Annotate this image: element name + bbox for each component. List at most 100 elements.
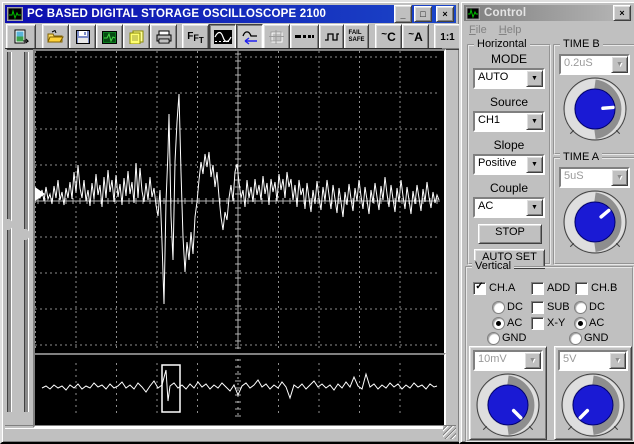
ch-b-range-select: 5V ▼ (558, 350, 628, 371)
slope-select[interactable]: Positive ▼ (473, 154, 545, 175)
square-wave-icon (324, 33, 339, 41)
print-button[interactable] (150, 24, 177, 50)
couple-select[interactable]: AC ▼ (473, 197, 545, 218)
fail-safe-label: FAIL SAFE (348, 30, 365, 43)
calibrate-c-button[interactable]: ~C (375, 24, 402, 50)
menu-help[interactable]: Help (495, 23, 528, 38)
add-checkbox[interactable] (531, 282, 544, 295)
square-wave-button[interactable] (319, 24, 344, 50)
ch-a-gnd-radio[interactable] (487, 332, 500, 345)
channel-b-panel: 5V ▼ (554, 346, 632, 440)
slope-label: Slope (493, 138, 525, 152)
time-a-knob[interactable] (555, 189, 634, 255)
exit-button[interactable] (6, 24, 36, 50)
position-slider-track-1[interactable] (7, 52, 12, 412)
ch-b-ac-radio[interactable] (574, 317, 587, 330)
time-b-knob[interactable] (555, 76, 634, 142)
sine-display-icon (213, 30, 232, 44)
probe-1-1-button[interactable]: 1:1 (434, 24, 459, 50)
preview-waveform (41, 359, 438, 418)
ch-a-dc-label: DC (507, 301, 523, 313)
horizontal-group-title: Horizontal (474, 38, 530, 50)
time-a-group-title: TIME A (560, 151, 603, 163)
menu-bar: File Help (465, 23, 632, 38)
ch-b-dc-radio[interactable] (574, 301, 587, 314)
time-a-group: TIME A 5uS ▼ (553, 151, 634, 265)
grid-icon (269, 30, 284, 44)
time-b-group-title: TIME B (560, 38, 603, 50)
fail-safe-button[interactable]: FAIL SAFE (344, 24, 369, 50)
xy-checkbox[interactable] (531, 317, 544, 330)
xy-label: X-Y (547, 317, 566, 329)
control-icon (466, 6, 480, 20)
ch-b-ac-label: AC (589, 317, 605, 329)
ch-a-ac-radio[interactable] (492, 317, 505, 330)
open-button[interactable] (42, 24, 69, 50)
window-title: PC BASED DIGITAL STORAGE OSCILLOSCOPE 21… (27, 8, 327, 20)
ch-b-dc-label: DC (589, 301, 605, 313)
ch-b-gnd-label: GND (584, 332, 609, 344)
dropdown-arrow-icon[interactable]: ▼ (526, 156, 543, 173)
app-icon (7, 7, 23, 21)
source-select[interactable]: CH1 ▼ (473, 111, 545, 132)
control-window-title: Control (484, 7, 527, 19)
dropdown-arrow-icon[interactable]: ▼ (526, 113, 543, 130)
vertical-group: Vertical CH.A ADD CH.B DC AC GND SUB X-Y… (465, 260, 634, 442)
waveform-display-button[interactable] (209, 24, 236, 50)
grid-button[interactable] (263, 24, 290, 50)
horizontal-group: Horizontal MODE AUTO ▼ Source CH1 ▼ Slop… (467, 38, 551, 269)
scope-screen-icon (102, 30, 117, 44)
dropdown-arrow-icon[interactable]: ▼ (526, 199, 543, 216)
vertical-group-title: Vertical (472, 260, 515, 272)
ch-b-checkbox[interactable] (575, 282, 588, 295)
status-divider (5, 425, 456, 429)
preview-scope-display[interactable] (33, 353, 446, 428)
mode-select[interactable]: AUTO ▼ (473, 68, 545, 89)
time-b-select: 0.2uS ▼ (559, 54, 630, 75)
close-button[interactable]: × (436, 6, 454, 22)
ch-a-checkbox[interactable] (473, 282, 486, 295)
dashed-line-icon (295, 35, 314, 38)
ch-a-gain-knob[interactable] (470, 372, 546, 438)
exit-door-icon (14, 29, 29, 44)
calibrate-a-button[interactable]: ~A (402, 24, 429, 50)
menu-file[interactable]: File (465, 23, 493, 38)
position-slider-thumb-2[interactable] (20, 229, 32, 240)
display-settings-button[interactable] (96, 24, 123, 50)
save-button[interactable] (69, 24, 96, 50)
notes-button[interactable] (123, 24, 150, 50)
maximize-button[interactable]: □ (414, 6, 432, 22)
stop-button[interactable]: STOP (478, 224, 542, 244)
floppy-disk-icon (75, 30, 90, 44)
resize-grip[interactable] (443, 426, 456, 439)
control-close-button[interactable]: × (613, 5, 631, 21)
control-window: Control × File Help Horizontal MODE AUTO… (459, 0, 634, 444)
fft-button[interactable]: FFT (182, 24, 209, 50)
dropdown-arrow-icon[interactable]: ▼ (526, 70, 543, 87)
control-title-bar: Control × (464, 5, 633, 21)
open-folder-icon (47, 30, 64, 43)
dashed-trace-button[interactable] (290, 24, 319, 50)
channel-a-panel: 10mV ▼ (469, 346, 547, 440)
ch-b-label: CH.B (591, 282, 618, 294)
single-shot-button[interactable] (236, 24, 263, 50)
toolbar: FFT FAIL SAFE ~C ~A 1:1 (5, 24, 459, 50)
sub-label: SUB (547, 301, 570, 313)
couple-label: Couple (489, 181, 529, 195)
minimize-button[interactable]: _ (394, 5, 412, 23)
ch-a-dc-radio[interactable] (492, 301, 505, 314)
main-scope-display[interactable] (33, 49, 446, 355)
dropdown-arrow-icon: ▼ (609, 352, 626, 369)
printer-icon (156, 30, 171, 44)
time-b-group: TIME B 0.2uS ▼ (553, 38, 634, 155)
dropdown-arrow-icon: ▼ (611, 169, 628, 186)
ch-b-gnd-radio[interactable] (569, 332, 582, 345)
notes-icon (129, 30, 144, 44)
ch-a-ac-label: AC (507, 317, 523, 329)
calibrate-c-label: ~C (381, 28, 396, 44)
ch-b-gain-knob[interactable] (555, 372, 631, 438)
pulse-arrow-icon (241, 30, 257, 45)
ch-a-label: CH.A (489, 282, 516, 294)
sub-checkbox[interactable] (531, 301, 544, 314)
position-slider-thumb-1[interactable] (3, 219, 15, 230)
